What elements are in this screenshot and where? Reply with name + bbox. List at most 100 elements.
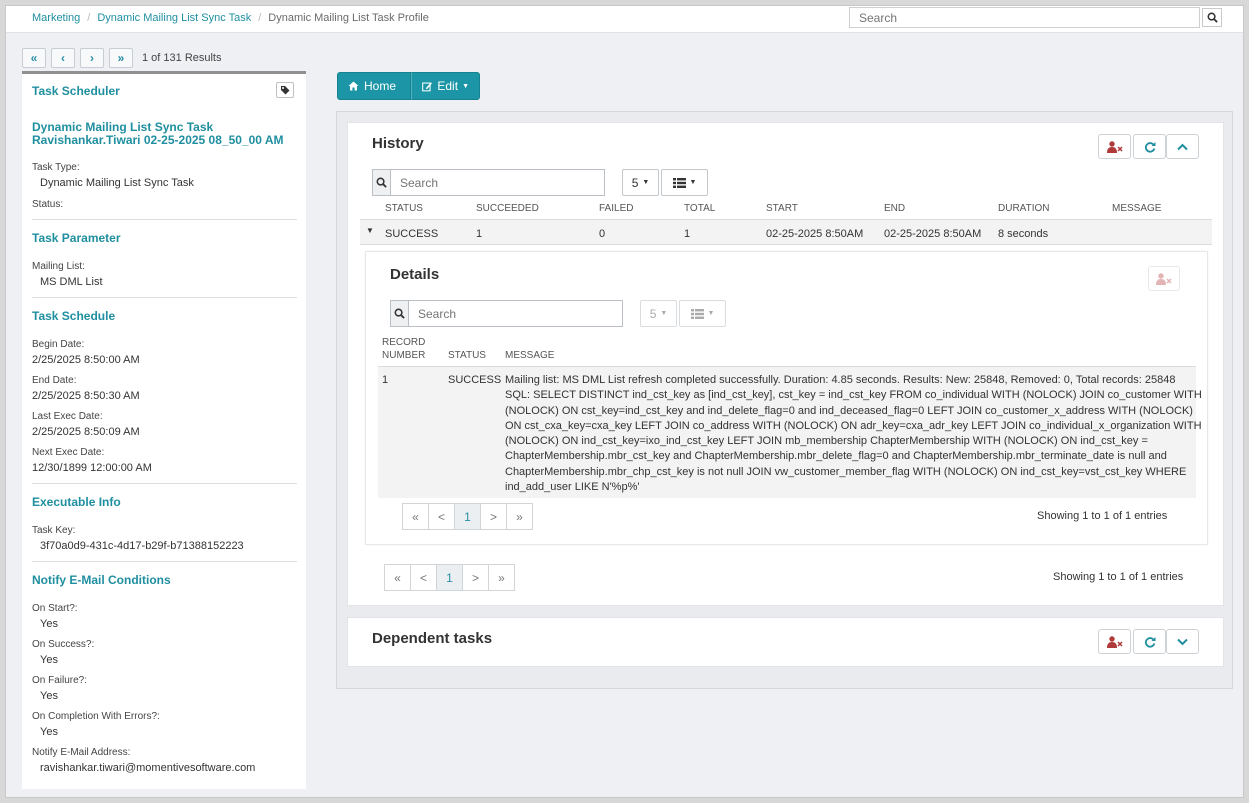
col-message: MESSAGE [1112,203,1162,214]
dependent-tasks-title: Dependent tasks [372,630,493,647]
history-showing-text: Showing 1 to 1 of 1 entries [1053,571,1184,583]
record-status: SUCCESS [448,374,502,386]
page-prev-button[interactable]: < [428,503,455,530]
home-button[interactable]: Home [337,72,411,100]
chevron-down-icon: ▼ [660,310,668,317]
details-title: Details [390,266,440,283]
on-failure-label: On Failure?: [32,675,88,686]
chevron-down-icon: ▼ [642,179,650,186]
chevron-down-icon [1177,638,1188,645]
clear-user-button[interactable] [1098,134,1131,159]
search-icon [394,308,405,319]
main-panel: History 5▼ ▼ [336,111,1233,689]
history-search [372,169,605,196]
dependent-clear-user-button[interactable] [1098,629,1131,654]
history-search-input[interactable] [391,169,605,196]
divider [32,219,297,220]
col-status: STATUS [448,350,486,361]
col-start: START [766,203,798,214]
details-columns-dropdown[interactable]: ▼ [679,300,726,327]
search-icon [1207,12,1218,23]
on-completion-value: Yes [40,726,58,738]
notify-conditions-title: Notify E-Mail Conditions [32,573,171,587]
col-end: END [884,203,906,214]
notify-address-value: ravishankar.tiwari@momentivesoftware.com [40,762,256,774]
details-search [390,300,623,327]
breadcrumb-sync-task[interactable]: Dynamic Mailing List Sync Task [97,12,251,24]
collapse-button[interactable] [1166,134,1199,159]
mailing-list-value: MS DML List [40,276,103,288]
row-total: 1 [684,228,691,240]
chevron-down-icon: ▼ [462,82,469,90]
details-pagination: « < 1 > » [402,503,533,530]
page-next-button[interactable]: > [462,564,489,591]
begin-date-value: 2/25/2025 8:50:00 AM [32,354,140,366]
page-first-button[interactable]: « [384,564,411,591]
page-last-button[interactable]: » [488,564,515,591]
details-clear-user-button[interactable] [1148,266,1180,291]
global-search-input[interactable] [849,7,1200,28]
history-card: History 5▼ ▼ [347,122,1224,606]
divider [32,483,297,484]
on-success-value: Yes [40,654,58,666]
dependent-tasks-card: Dependent tasks [347,617,1224,667]
pager-prev-button[interactable]: ‹ [51,48,75,68]
row-start: 02-25-2025 8:50AM [766,228,864,240]
list-icon [690,308,704,319]
details-search-input[interactable] [409,300,623,327]
top-bar: Marketing / Dynamic Mailing List Sync Task… [6,6,1243,33]
home-icon [348,81,359,91]
breadcrumb-current: Dynamic Mailing List Task Profile [268,12,429,24]
page-1-button[interactable]: 1 [436,564,463,591]
chevron-up-icon [1177,143,1188,150]
expand-row-icon[interactable]: ▼ [366,226,374,235]
expand-button[interactable] [1166,629,1199,654]
end-date-label: End Date: [32,375,77,386]
list-icon [672,177,686,188]
page-1-button[interactable]: 1 [454,503,481,530]
global-search-button[interactable] [1202,8,1222,27]
user-remove-icon [1156,272,1172,285]
history-title: History [372,135,424,152]
task-key-value: 3f70a0d9-431c-4d17-b29f-b71388152223 [40,540,244,552]
task-schedule-title: Task Schedule [32,309,116,323]
history-page-size-dropdown[interactable]: 5 ▼ [622,169,659,196]
tag-button[interactable] [276,82,294,98]
record-pager: « ‹ › » 1 of 131 Results [22,48,222,68]
details-showing-text: Showing 1 to 1 of 1 entries [1037,510,1168,522]
on-failure-value: Yes [40,690,58,702]
refresh-button[interactable] [1133,134,1166,159]
pager-first-button[interactable]: « [22,48,46,68]
search-icon [376,177,387,188]
pager-next-button[interactable]: › [80,48,104,68]
record-message: Mailing list: MS DML List refresh comple… [505,374,1202,494]
task-key-label: Task Key: [32,525,76,536]
record-number: 1 [382,374,389,386]
edit-dropdown-button[interactable]: Edit ▼ [411,72,480,100]
page-prev-button[interactable]: < [410,564,437,591]
dependent-refresh-button[interactable] [1133,629,1166,654]
details-page-size-dropdown[interactable]: 5 ▼ [640,300,677,327]
page-next-button[interactable]: > [480,503,507,530]
pager-last-button[interactable]: » [109,48,133,68]
task-type-value: Dynamic Mailing List Sync Task [40,177,194,189]
next-exec-label: Next Exec Date: [32,447,105,458]
breadcrumb-marketing[interactable]: Marketing [32,12,80,24]
col-record-number: RECORD NUMBER [382,337,426,361]
task-scheduler-title: Task Scheduler [32,84,120,98]
col-message: MESSAGE [505,350,555,361]
edit-button-label: Edit [437,79,459,93]
refresh-icon [1144,141,1155,153]
next-exec-value: 12/30/1899 12:00:00 AM [32,462,152,474]
edit-icon [422,81,432,91]
divider [32,561,297,562]
page-last-button[interactable]: » [506,503,533,530]
row-failed: 0 [599,228,606,240]
task-name: Dynamic Mailing List Sync Task Ravishank… [32,120,284,147]
divider [32,297,297,298]
history-columns-dropdown[interactable]: ▼ [661,169,708,196]
row-status: SUCCESS [385,228,439,240]
last-exec-value: 2/25/2025 8:50:09 AM [32,426,140,438]
page-first-button[interactable]: « [402,503,429,530]
row-succeeded: 1 [476,228,483,240]
